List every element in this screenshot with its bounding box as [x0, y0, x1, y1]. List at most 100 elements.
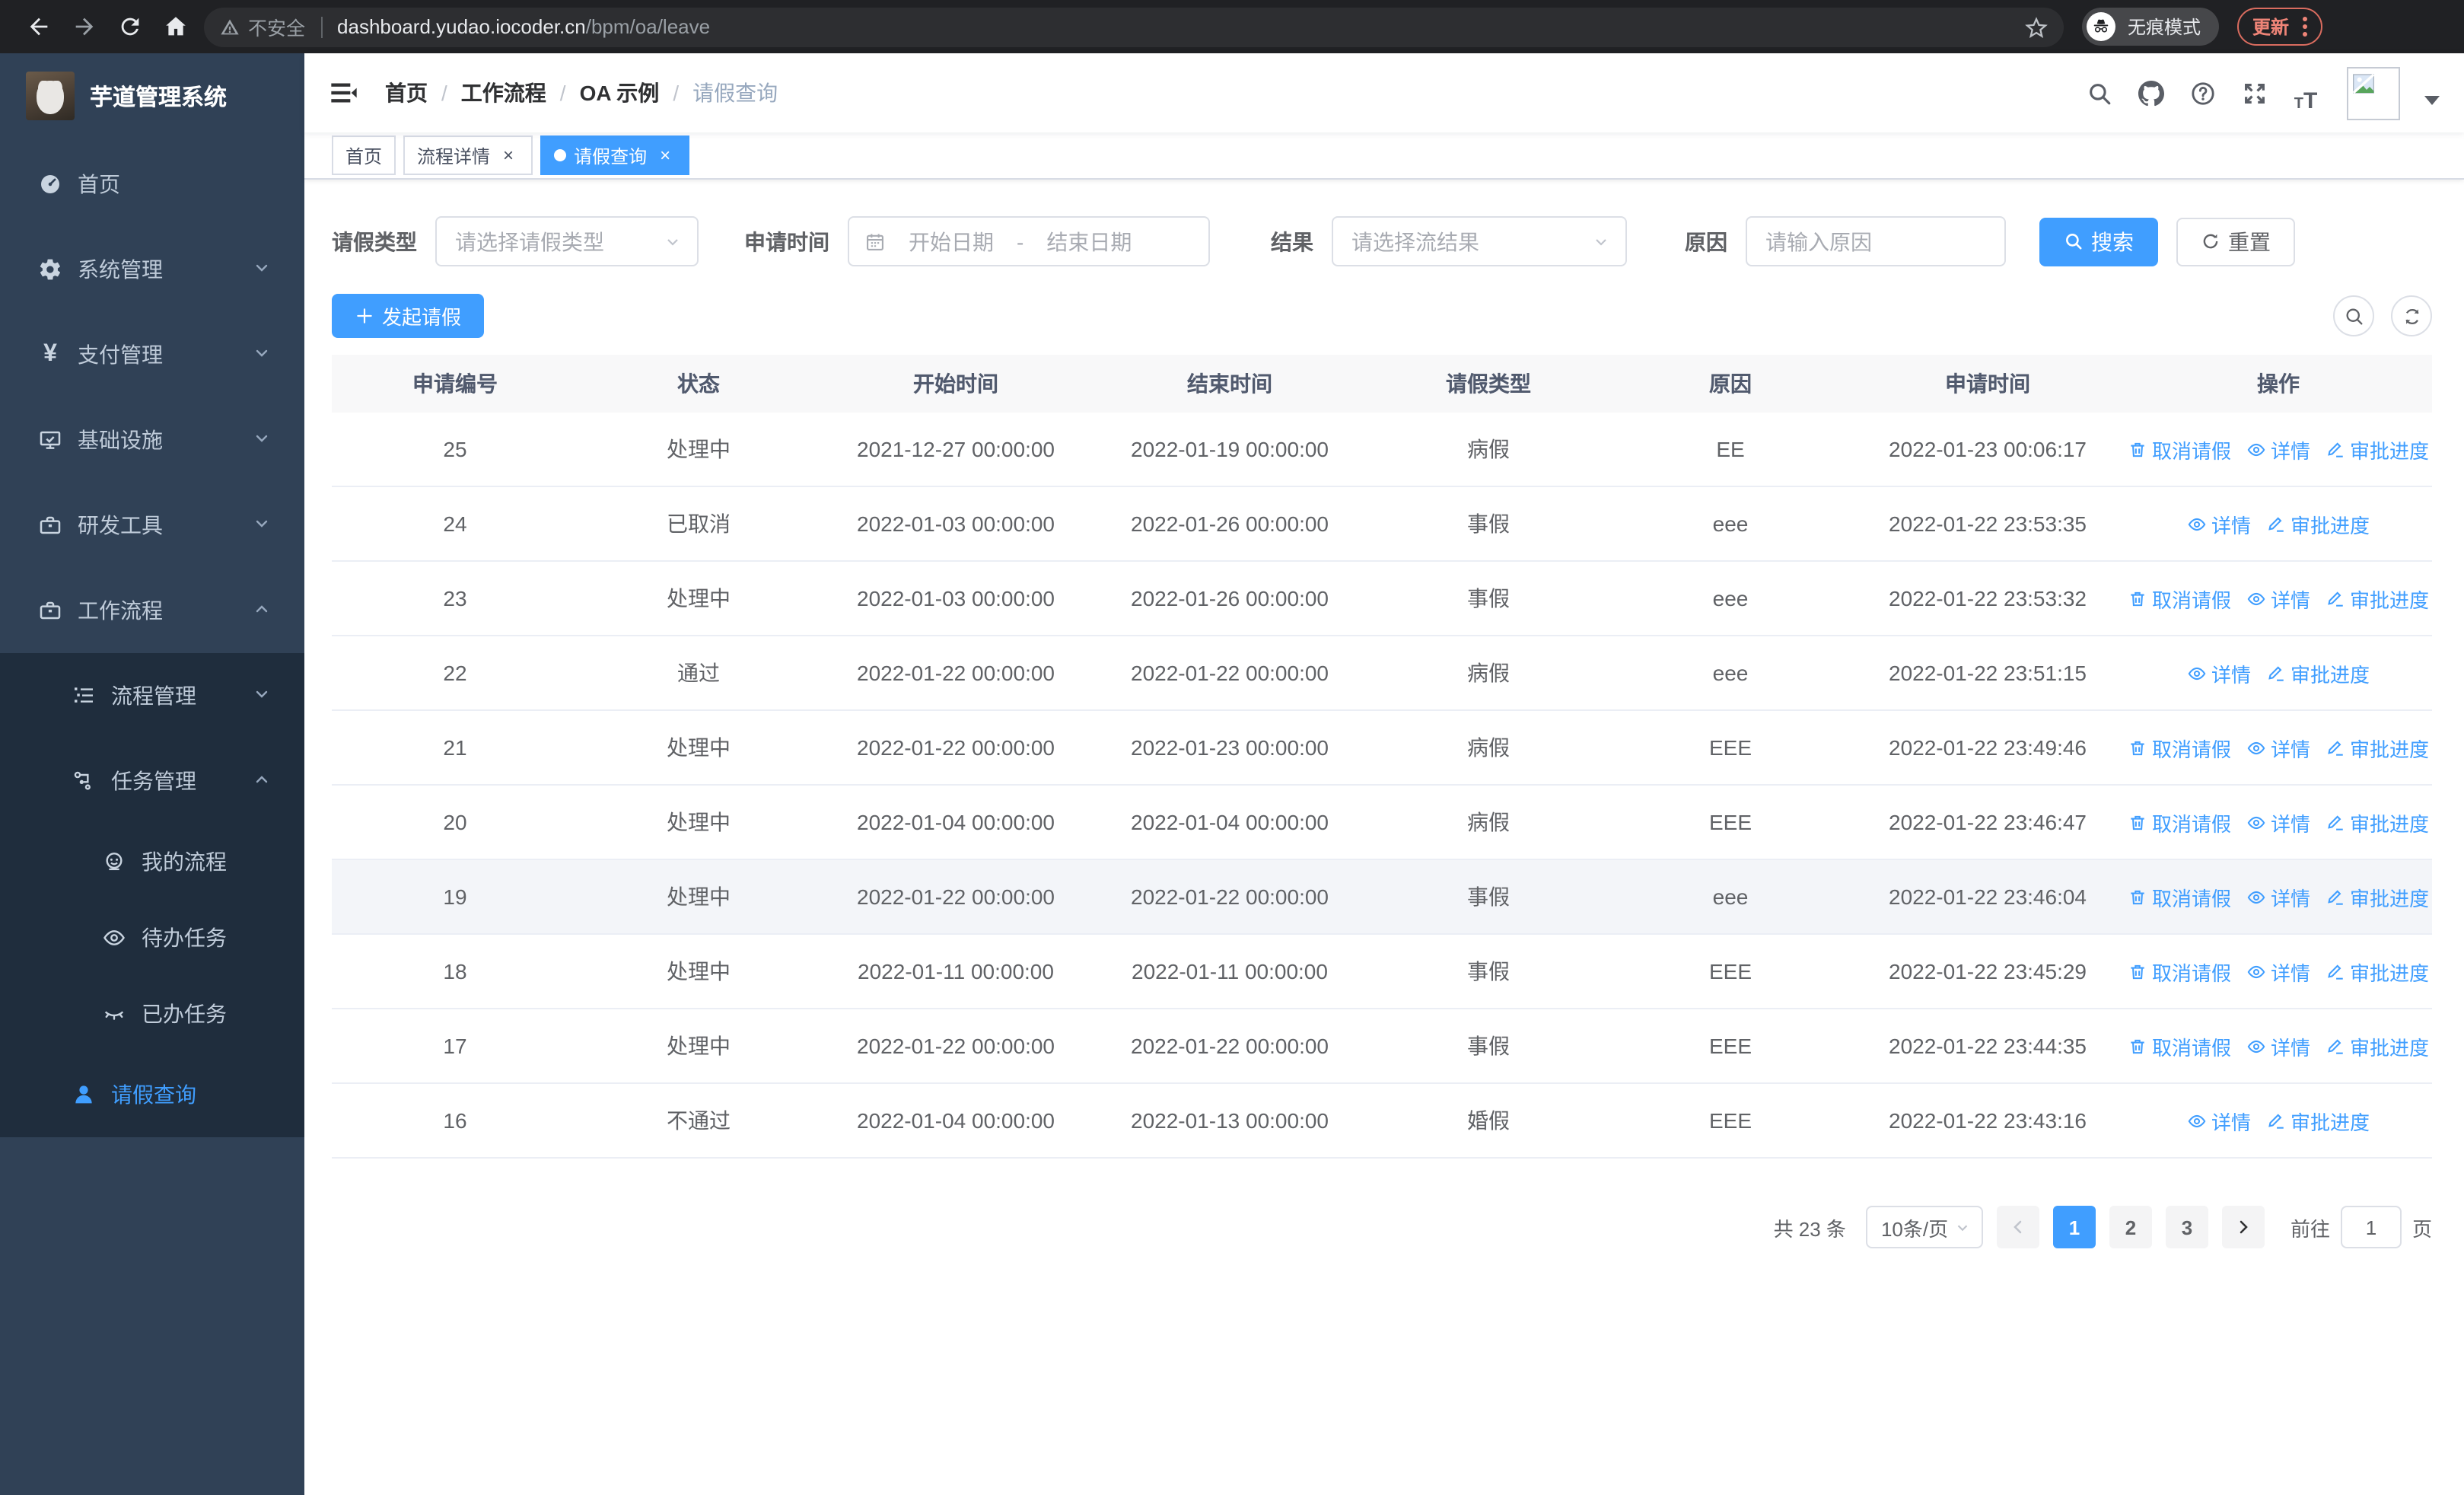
breadcrumb-workflow[interactable]: 工作流程 [461, 78, 546, 108]
breadcrumb-home[interactable]: 首页 [385, 78, 428, 108]
sidebar-item-payment[interactable]: ¥ 支付管理 [0, 312, 304, 397]
cancel-leave-link[interactable]: 取消请假 [2128, 435, 2231, 464]
detail-link[interactable]: 详情 [2187, 509, 2251, 538]
detail-link[interactable]: 详情 [2246, 882, 2310, 911]
page-button-3[interactable]: 3 [2165, 1206, 2208, 1248]
table-row[interactable]: 25 处理中 2021-12-27 00:00:00 2022-01-19 00:00… [332, 413, 2432, 487]
chevron-right-icon [2240, 1220, 2248, 1234]
search-button[interactable]: 搜索 [2039, 217, 2158, 266]
cancel-leave-link[interactable]: 取消请假 [2128, 957, 2231, 986]
end-date-input[interactable] [1033, 229, 1146, 253]
help-button[interactable] [2182, 73, 2222, 113]
sidebar-item-dev-tools[interactable]: 研发工具 [0, 483, 304, 568]
address-bar[interactable]: 不安全 dashboard.yudao.iocoder.cn/bpm/oa/le… [204, 7, 2064, 46]
table-row[interactable]: 17 处理中 2022-01-22 00:00:00 2022-01-22 00:00… [332, 1009, 2432, 1084]
goto-page-input[interactable] [2340, 1206, 2402, 1248]
table-row[interactable]: 23 处理中 2022-01-03 00:00:00 2022-01-26 00:00… [332, 562, 2432, 636]
cancel-leave-link[interactable]: 取消请假 [2128, 733, 2231, 762]
cell-apply-time: 2022-01-22 23:51:15 [1889, 661, 2087, 685]
approval-progress-link[interactable]: 审批进度 [2266, 1106, 2370, 1135]
detail-link[interactable]: 详情 [2187, 1106, 2251, 1135]
detail-link[interactable]: 详情 [2246, 808, 2310, 837]
github-button[interactable] [2131, 73, 2170, 113]
sidebar-collapse-icon[interactable] [329, 78, 359, 108]
app-logo-row[interactable]: 芋道管理系统 [0, 53, 304, 139]
detail-link[interactable]: 详情 [2246, 1031, 2310, 1060]
sidebar-item-system[interactable]: 系统管理 [0, 227, 304, 312]
font-size-button[interactable]: TT [2286, 73, 2326, 113]
result-select[interactable]: 请选择流结果 [1332, 216, 1627, 266]
cancel-leave-link[interactable]: 取消请假 [2128, 584, 2231, 613]
create-leave-button[interactable]: 发起请假 [332, 294, 485, 338]
table-row[interactable]: 24 已取消 2022-01-03 00:00:00 2022-01-26 00:00… [332, 487, 2432, 562]
approval-progress-link[interactable]: 审批进度 [2266, 658, 2370, 687]
close-icon[interactable]: × [498, 145, 519, 166]
sidebar-item-process-mgmt[interactable]: 流程管理 [0, 653, 304, 738]
cancel-leave-link[interactable]: 取消请假 [2128, 1031, 2231, 1060]
forward-button[interactable] [61, 4, 107, 49]
cell-start-time: 2022-01-22 00:00:00 [857, 661, 1055, 685]
page-size-select[interactable]: 10条/页 [1865, 1206, 1983, 1248]
table-row[interactable]: 16 不通过 2022-01-04 00:00:00 2022-01-13 00:00… [332, 1084, 2432, 1159]
refresh-table-button[interactable] [2391, 295, 2432, 336]
refresh-button[interactable] [107, 4, 152, 49]
approval-progress-link[interactable]: 审批进度 [2326, 733, 2429, 762]
tab-process-detail[interactable]: 流程详情 × [403, 135, 533, 175]
sidebar-item-todo-tasks[interactable]: 待办任务 [0, 900, 304, 976]
approval-progress-link[interactable]: 审批进度 [2326, 808, 2429, 837]
table-row[interactable]: 20 处理中 2022-01-04 00:00:00 2022-01-04 00:00… [332, 786, 2432, 860]
approval-progress-link[interactable]: 审批进度 [2326, 957, 2429, 986]
app-title: 芋道管理系统 [90, 84, 228, 110]
approval-progress-link[interactable]: 审批进度 [2326, 584, 2429, 613]
sidebar-item-my-process[interactable]: 我的流程 [0, 824, 304, 900]
home-button[interactable] [152, 4, 198, 49]
table-row[interactable]: 19 处理中 2022-01-22 00:00:00 2022-01-22 00:00… [332, 860, 2432, 935]
detail-link[interactable]: 详情 [2246, 957, 2310, 986]
detail-link[interactable]: 详情 [2246, 584, 2310, 613]
detail-link[interactable]: 详情 [2246, 733, 2310, 762]
prev-page-button[interactable] [1996, 1206, 2039, 1248]
cell-apply-time: 2022-01-22 23:43:16 [1889, 1108, 2087, 1133]
approval-progress-link[interactable]: 审批进度 [2266, 509, 2370, 538]
sidebar-item-done-tasks[interactable]: 已办任务 [0, 976, 304, 1052]
sidebar-item-task-mgmt[interactable]: 任务管理 [0, 738, 304, 824]
tab-home[interactable]: 首页 [332, 135, 396, 175]
header-search-button[interactable] [2079, 73, 2119, 113]
cell-actions: 取消请假 详情 审批进度 [2125, 435, 2432, 464]
page-button-1[interactable]: 1 [2052, 1206, 2096, 1248]
approval-progress-link[interactable]: 审批进度 [2326, 1031, 2429, 1060]
reason-input[interactable] [1747, 229, 2004, 253]
table-row[interactable]: 21 处理中 2022-01-22 00:00:00 2022-01-23 00:00… [332, 711, 2432, 786]
table-row[interactable]: 22 通过 2022-01-22 00:00:00 2022-01-22 00:00:… [332, 636, 2432, 711]
fullscreen-button[interactable] [2234, 73, 2274, 113]
sidebar-item-home[interactable]: 首页 [0, 142, 304, 227]
leave-type-select[interactable]: 请选择请假类型 [435, 216, 699, 266]
update-button[interactable]: 更新 [2237, 8, 2323, 46]
cancel-leave-link[interactable]: 取消请假 [2128, 808, 2231, 837]
sidebar-item-leave-query[interactable]: 请假查询 [0, 1052, 304, 1137]
sidebar-item-workflow[interactable]: 工作流程 [0, 568, 304, 653]
table-row[interactable]: 18 处理中 2022-01-11 00:00:00 2022-01-11 00:00… [332, 935, 2432, 1009]
approval-progress-link[interactable]: 审批进度 [2326, 882, 2429, 911]
next-page-button[interactable] [2221, 1206, 2265, 1248]
apply-time-range-picker[interactable]: - [848, 216, 1210, 266]
avatar[interactable] [2347, 66, 2400, 120]
detail-link[interactable]: 详情 [2187, 658, 2251, 687]
start-date-input[interactable] [895, 229, 1008, 253]
bookmark-button[interactable] [2024, 14, 2049, 39]
caret-down-icon[interactable] [2424, 96, 2440, 105]
breadcrumb-oa-example[interactable]: OA 示例 [580, 78, 660, 108]
sidebar-item-infrastructure[interactable]: 基础设施 [0, 397, 304, 483]
tab-leave-query[interactable]: 请假查询 × [540, 135, 690, 175]
reset-button[interactable]: 重置 [2176, 217, 2295, 266]
detail-link[interactable]: 详情 [2246, 435, 2310, 464]
cancel-leave-link[interactable]: 取消请假 [2128, 882, 2231, 911]
cell-apply-time: 2022-01-23 00:06:17 [1889, 437, 2087, 461]
security-indicator[interactable]: 不安全 [219, 12, 305, 41]
close-icon[interactable]: × [654, 145, 676, 166]
page-button-2[interactable]: 2 [2109, 1206, 2152, 1248]
show-search-toggle-button[interactable] [2333, 295, 2374, 336]
back-button[interactable] [15, 4, 61, 49]
browser-menu-icon[interactable] [2303, 17, 2308, 37]
approval-progress-link[interactable]: 审批进度 [2326, 435, 2429, 464]
